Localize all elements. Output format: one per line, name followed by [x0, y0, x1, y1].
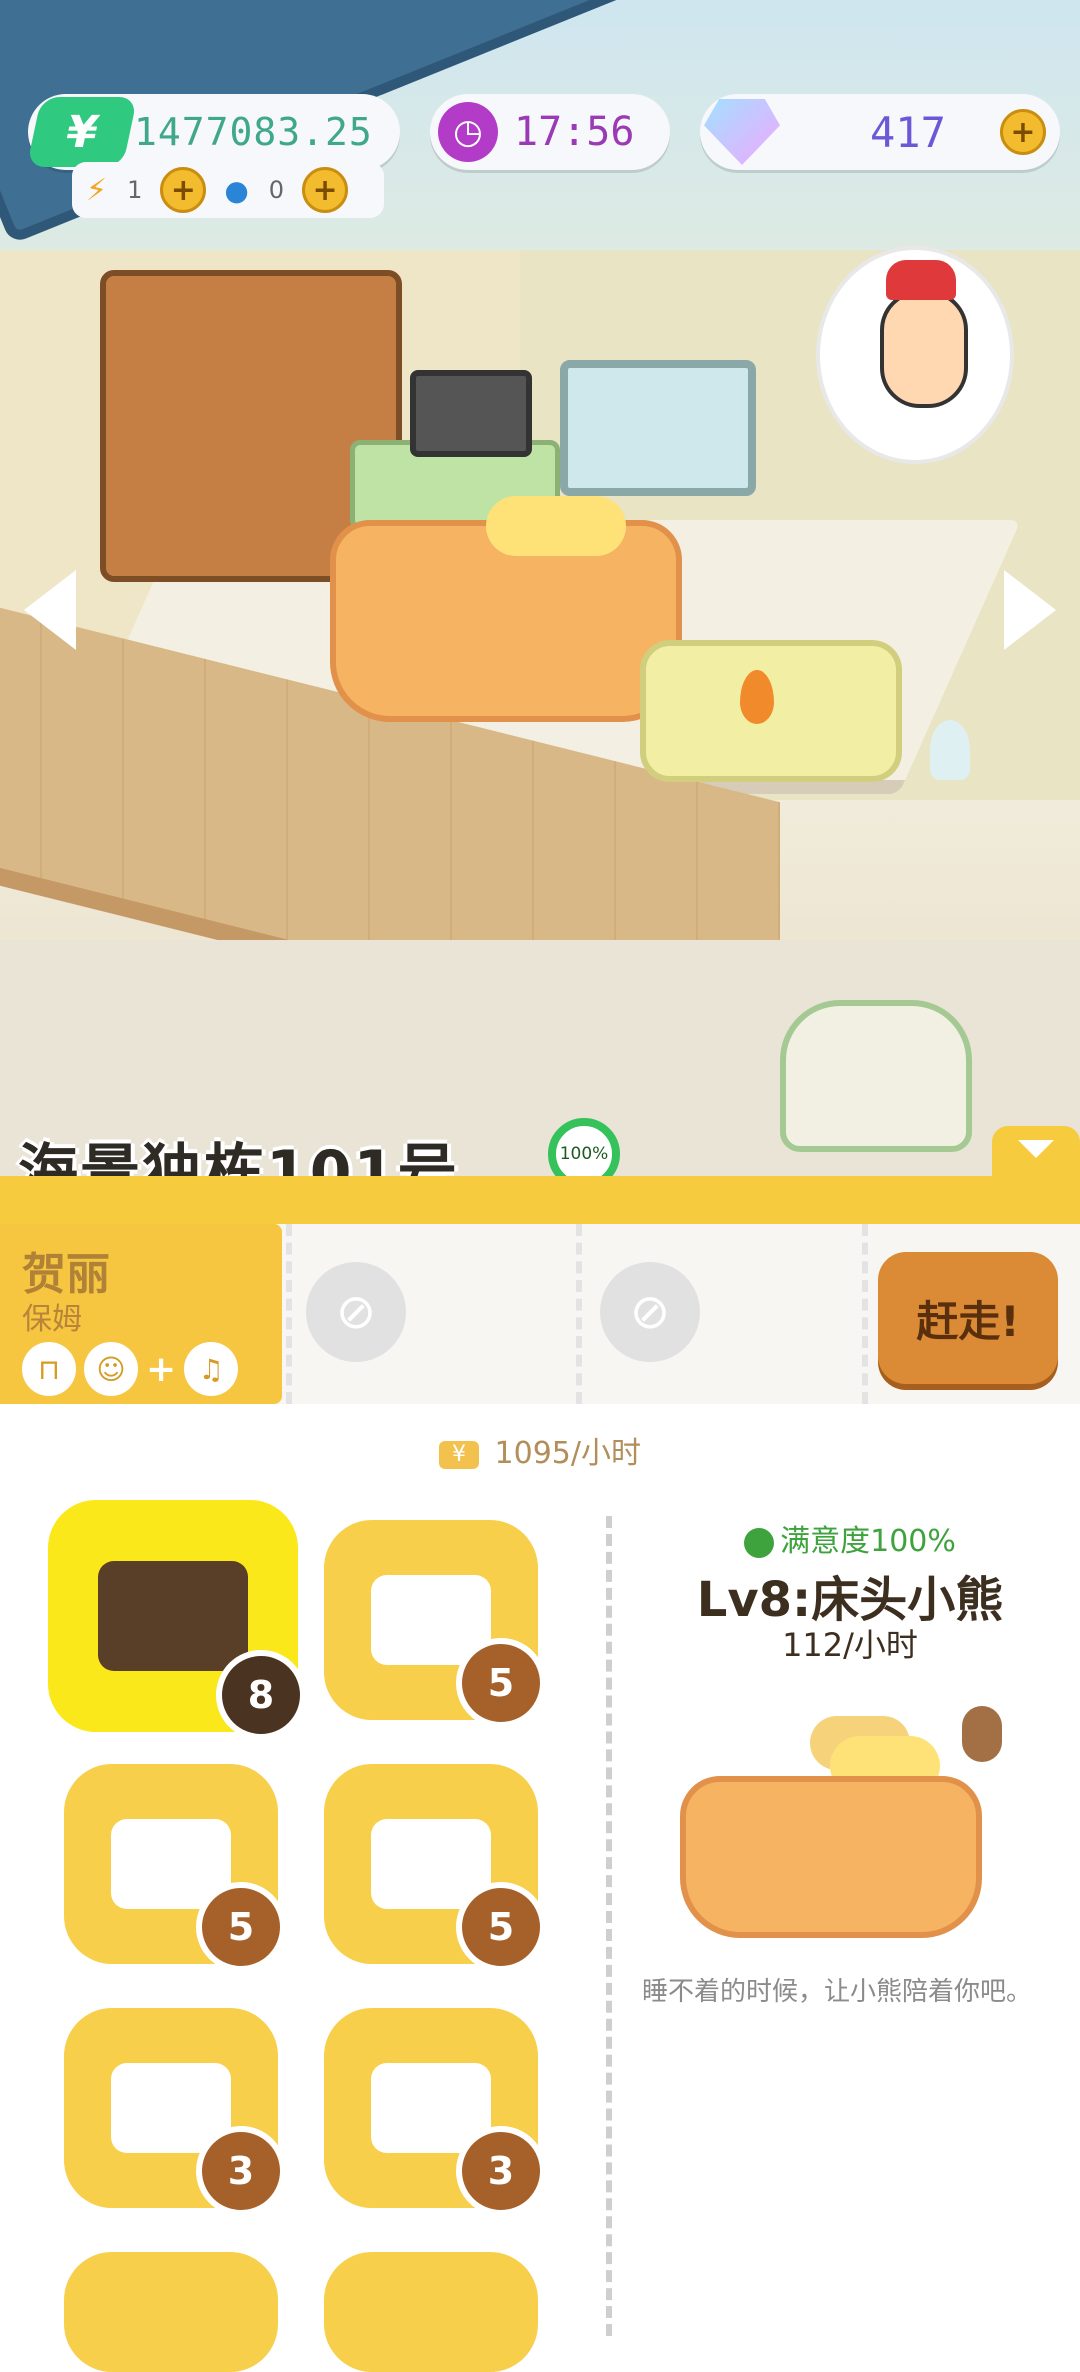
kick-out-button[interactable]: 赶走!: [878, 1252, 1058, 1384]
empty-staff-slot-icon[interactable]: ⊘: [600, 1262, 700, 1362]
energy-value: 1: [127, 176, 143, 204]
smile-icon: ☺: [84, 1342, 138, 1396]
level-badge: 5: [196, 1882, 286, 1972]
ticket-divider: [576, 1224, 582, 1404]
lamp-furniture: [930, 720, 970, 780]
category-tile-partial[interactable]: [64, 2252, 278, 2372]
money-icon: ¥: [26, 97, 138, 167]
ticket-divider: [862, 1224, 868, 1404]
monitor-furniture: [410, 370, 532, 457]
basket-icon: ⊓: [22, 1342, 76, 1396]
money-value: 1477083.25: [134, 110, 373, 154]
category-tile-partial[interactable]: [324, 2252, 538, 2372]
smile-face-icon: [744, 1527, 775, 1558]
lightning-icon: ⚡: [86, 172, 108, 208]
level-badge: 3: [456, 2126, 546, 2216]
next-room-arrow-icon[interactable]: [1004, 570, 1056, 650]
income-value: 1095/小时: [494, 1436, 641, 1471]
collapse-panel-button[interactable]: [992, 1126, 1080, 1176]
add-water-button[interactable]: +: [302, 167, 349, 213]
bed-preview: [680, 1776, 982, 1938]
clock-icon: ◷: [438, 102, 498, 162]
staff-name: 贺丽: [22, 1249, 110, 1300]
category-tile-wardrobe[interactable]: 5: [324, 1764, 546, 1972]
hourly-income: ¥ 1095/小时: [0, 1428, 1080, 1472]
item-description: 睡不着的时候，让小熊陪着你吧。: [642, 1977, 1033, 2007]
ticket-divider: [286, 1224, 292, 1404]
npc-face: [880, 290, 968, 408]
category-tile-desk[interactable]: 5: [324, 1520, 546, 1728]
npc-landlord-avatar[interactable]: [820, 250, 1010, 460]
window: [560, 360, 756, 496]
staff-card[interactable]: 贺丽 保姆 ⊓ ☺ + ♫: [0, 1224, 282, 1404]
level-badge: 5: [456, 1882, 546, 1972]
empty-staff-slot-icon[interactable]: ⊘: [306, 1262, 406, 1362]
sofa-furniture: [780, 1000, 972, 1152]
time-value: 17:56: [514, 109, 635, 155]
panel-header-strip: [0, 1176, 1080, 1226]
teddy-bear-icon: [962, 1706, 1002, 1762]
add-gems-button[interactable]: +: [1000, 109, 1046, 155]
item-rate: 112/小时: [782, 1626, 918, 1664]
gem-value: 417: [870, 107, 946, 157]
satisfaction-text: 满意度100%: [780, 1524, 956, 1559]
level-badge: 8: [216, 1650, 306, 1740]
water-drop-icon: ●: [224, 173, 249, 207]
resource-bar: ⚡ 1 + ● 0 +: [72, 162, 384, 218]
category-tile-bed[interactable]: 8: [48, 1500, 306, 1740]
time-display: ◷ 17:56: [430, 94, 670, 170]
npc-hat: [886, 260, 956, 300]
item-preview-image: [680, 1706, 1010, 1956]
gem-icon: [704, 99, 780, 165]
bed-icon: [98, 1561, 248, 1671]
level-badge: 3: [196, 2126, 286, 2216]
level-badge: 5: [456, 1638, 546, 1728]
prev-room-arrow-icon[interactable]: [24, 570, 76, 650]
panel-divider: [606, 1516, 612, 2336]
gem-counter: 417 +: [700, 94, 1060, 170]
bed-furniture[interactable]: [330, 496, 682, 722]
staff-bar: 贺丽 保姆 ⊓ ☺ + ♫ ⊘ ⊘ 赶走!: [0, 1224, 1080, 1404]
bottom-panel: 贺丽 保姆 ⊓ ☺ + ♫ ⊘ ⊘ 赶走! ¥ 1095/小时 8 5 5 5: [0, 1176, 1080, 2372]
staff-skill-icons: ⊓ ☺ + ♫: [22, 1342, 239, 1396]
staff-role: 保姆: [22, 1302, 82, 1337]
currency-icon: ¥: [438, 1440, 479, 1469]
music-note-icon: ♫: [184, 1342, 239, 1396]
plus-separator: +: [146, 1348, 177, 1390]
category-tile-toilet[interactable]: 3: [64, 2008, 286, 2216]
category-tile-bathtub[interactable]: 5: [64, 1764, 286, 1972]
category-tile-shower[interactable]: 3: [324, 2008, 546, 2216]
money-symbol: ¥: [61, 106, 103, 158]
add-energy-button[interactable]: +: [160, 167, 207, 213]
water-value: 0: [268, 176, 285, 204]
satisfaction-label: 满意度100%: [620, 1516, 1080, 1560]
money-counter: ¥ 1477083.25: [26, 94, 400, 170]
